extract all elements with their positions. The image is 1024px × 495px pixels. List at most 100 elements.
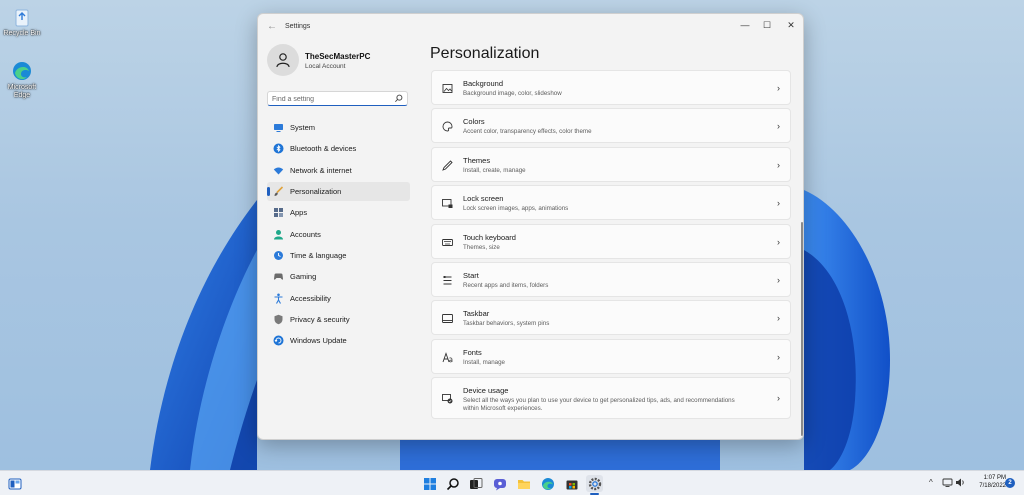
clock-date: 7/18/2022 <box>979 483 1006 489</box>
start-grid-icon <box>442 275 453 286</box>
person-icon <box>276 53 290 68</box>
widgets-icon[interactable] <box>6 475 23 492</box>
desktop-icon-recycle-bin[interactable]: Recycle Bin <box>0 6 44 38</box>
close-button[interactable]: ✕ <box>780 17 802 33</box>
palette-icon <box>442 121 453 132</box>
settings-card-fonts[interactable]: Fonts Install, manage › <box>431 338 791 374</box>
apps-icon <box>273 207 284 218</box>
sidebar-item-time-language[interactable]: Time & language <box>267 246 410 265</box>
card-subtitle: Taskbar behaviors, system pins <box>463 320 550 328</box>
image-icon <box>442 83 453 94</box>
sidebar-item-accessibility[interactable]: Accessibility <box>267 289 410 308</box>
chevron-right-icon: › <box>777 313 780 324</box>
back-button[interactable]: ← <box>265 20 279 34</box>
file-explorer-icon[interactable] <box>515 475 532 492</box>
profile-name: TheSecMasterPC <box>305 52 371 61</box>
network-icon[interactable] <box>942 477 953 490</box>
fonts-icon <box>442 351 453 363</box>
system-clock[interactable]: 1:07 PM 7/18/2022 <box>966 474 1006 490</box>
clock-time: 1:07 PM <box>983 475 1006 481</box>
sidebar-item-network[interactable]: Network & internet <box>267 161 410 180</box>
settings-card-lock-screen[interactable]: Lock screen Lock screen images, apps, an… <box>431 185 791 221</box>
settings-gear-icon[interactable] <box>586 475 603 492</box>
store-icon[interactable] <box>563 475 580 492</box>
card-title: Touch keyboard <box>463 232 516 242</box>
card-subtitle: Install, manage <box>463 358 505 366</box>
chat-icon[interactable] <box>491 475 508 492</box>
settings-card-start[interactable]: Start Recent apps and items, folders › <box>431 261 791 297</box>
sidebar-item-apps[interactable]: Apps <box>267 203 410 222</box>
desktop-icon-edge[interactable]: Microsoft Edge <box>0 60 44 100</box>
sidebar-item-gaming[interactable]: Gaming <box>267 267 410 286</box>
task-view-icon[interactable] <box>467 475 484 492</box>
settings-card-themes[interactable]: Themes Install, create, manage › <box>431 146 791 182</box>
search-icon[interactable] <box>444 475 461 492</box>
sidebar-item-label: Windows Update <box>290 336 347 346</box>
card-title: Colors <box>463 117 485 127</box>
brush-icon <box>273 186 284 197</box>
desktop-icon-label: Microsoft Edge <box>7 84 37 99</box>
keyboard-icon <box>442 237 453 248</box>
search-icon[interactable] <box>394 94 403 103</box>
chevron-right-icon: › <box>777 351 780 362</box>
settings-card-colors[interactable]: Colors Accent color, transparency effect… <box>431 108 791 144</box>
shield-icon <box>273 314 284 325</box>
card-title: Device usage <box>463 386 509 396</box>
card-title: Background <box>463 79 504 88</box>
sidebar-item-personalization[interactable]: Personalization <box>267 182 410 202</box>
chevron-right-icon: › <box>777 159 780 170</box>
windows-start-icon[interactable] <box>421 475 438 492</box>
card-title: Themes <box>463 155 491 165</box>
edge-icon[interactable] <box>539 475 556 492</box>
search-box[interactable] <box>267 91 408 106</box>
accessibility-icon <box>273 293 284 304</box>
settings-card-touch-keyboard[interactable]: Touch keyboard Themes, size › <box>431 223 791 259</box>
maximize-button[interactable]: ☐ <box>756 17 778 33</box>
edge-icon <box>11 60 33 82</box>
window-title: Settings <box>285 23 311 30</box>
sidebar-item-system[interactable]: System <box>267 118 410 137</box>
display-icon <box>273 122 284 133</box>
volume-icon[interactable] <box>955 477 966 490</box>
card-subtitle: Background image, color, slideshow <box>463 90 562 97</box>
sidebar-nav: System Bluetooth & devices Network & int… <box>267 118 410 353</box>
taskbar-icon <box>442 313 453 324</box>
profile-account-type: Local Account <box>305 63 346 70</box>
sidebar-item-privacy-security[interactable]: Privacy & security <box>267 310 410 329</box>
settings-card-background[interactable]: Background Background image, color, slid… <box>431 70 791 105</box>
card-subtitle: Recent apps and items, folders <box>463 281 549 289</box>
avatar <box>267 44 299 76</box>
search-input[interactable] <box>272 94 390 104</box>
sidebar-item-label: Gaming <box>290 272 317 282</box>
sidebar-item-label: System <box>290 123 316 132</box>
sidebar-item-accounts[interactable]: Accounts <box>267 225 410 244</box>
settings-card-device-usage[interactable]: Device usage Select all the ways you pla… <box>431 377 791 420</box>
tray-overflow-chevron[interactable]: ^ <box>929 478 933 487</box>
sidebar-item-label: Privacy & security <box>290 315 350 325</box>
notification-badge[interactable]: 2 <box>1005 478 1015 488</box>
gamepad-icon <box>273 271 284 282</box>
device-usage-icon <box>442 393 453 404</box>
sidebar-item-label: Bluetooth & devices <box>290 144 357 154</box>
card-subtitle: Lock screen images, apps, animations <box>463 205 569 213</box>
user-profile[interactable]: TheSecMasterPC Local Account <box>267 44 417 78</box>
sidebar-item-bluetooth[interactable]: Bluetooth & devices <box>267 139 410 158</box>
update-icon <box>273 335 284 346</box>
card-title: Lock screen <box>463 194 504 204</box>
chevron-right-icon: › <box>777 236 780 247</box>
settings-window: ← Settings — ☐ ✕ TheSecMasterPC Local Ac… <box>257 13 804 440</box>
sidebar-item-windows-update[interactable]: Windows Update <box>267 331 410 350</box>
bluetooth-icon <box>273 143 284 154</box>
minimize-button[interactable]: — <box>734 17 756 33</box>
title-bar: ← Settings — ☐ ✕ <box>258 14 803 40</box>
content-scrollbar[interactable] <box>801 222 803 436</box>
settings-card-list: Background Background image, color, slid… <box>431 70 791 423</box>
desktop-icon-label: Recycle Bin <box>3 30 41 37</box>
card-title: Fonts <box>463 347 482 357</box>
taskbar: ^ 1:07 PM 7/18/2022 2 <box>0 470 1024 495</box>
card-subtitle: Accent color, transparency effects, colo… <box>463 128 592 136</box>
wifi-icon <box>273 165 284 176</box>
pen-icon <box>442 160 453 171</box>
sidebar-item-label: Accounts <box>290 229 321 239</box>
settings-card-taskbar[interactable]: Taskbar Taskbar behaviors, system pins › <box>431 300 791 336</box>
